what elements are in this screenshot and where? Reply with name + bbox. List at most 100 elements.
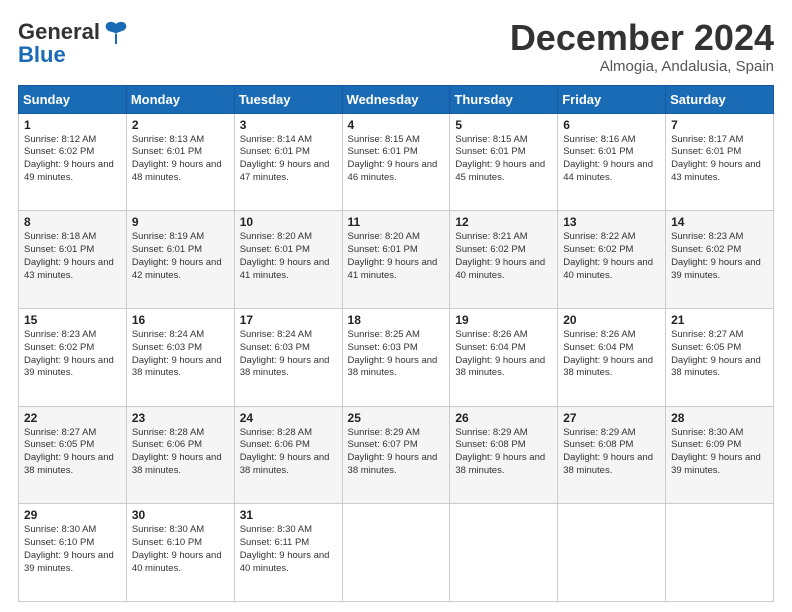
cell-info: Sunrise: 8:21 AMSunset: 6:02 PMDaylight:… bbox=[455, 231, 545, 280]
calendar-cell: 13 Sunrise: 8:22 AMSunset: 6:02 PMDayligh… bbox=[558, 211, 666, 309]
day-number: 10 bbox=[240, 215, 337, 229]
calendar-week-5: 29 Sunrise: 8:30 AMSunset: 6:10 PMDayligh… bbox=[19, 504, 774, 602]
day-number: 27 bbox=[563, 411, 660, 425]
calendar-cell: 20 Sunrise: 8:26 AMSunset: 6:04 PMDayligh… bbox=[558, 308, 666, 406]
day-header-tuesday: Tuesday bbox=[234, 85, 342, 113]
calendar-cell: 21Sunrise: 8:27 AMSunset: 6:05 PMDayligh… bbox=[666, 308, 774, 406]
calendar-cell: 23Sunrise: 8:28 AMSunset: 6:06 PMDayligh… bbox=[126, 406, 234, 504]
day-number: 9 bbox=[132, 215, 229, 229]
calendar-cell: 4 Sunrise: 8:15 AMSunset: 6:01 PMDaylight… bbox=[342, 113, 450, 211]
calendar-cell: 11 Sunrise: 8:20 AMSunset: 6:01 PMDayligh… bbox=[342, 211, 450, 309]
cell-info: Sunrise: 8:20 AMSunset: 6:01 PMDaylight:… bbox=[240, 231, 330, 280]
day-number: 24 bbox=[240, 411, 337, 425]
cell-info: Sunrise: 8:23 AMSunset: 6:02 PMDaylight:… bbox=[671, 231, 761, 280]
calendar-cell: 5Sunrise: 8:15 AMSunset: 6:01 PMDaylight… bbox=[450, 113, 558, 211]
day-number: 18 bbox=[348, 313, 445, 327]
logo-blue-text: Blue bbox=[18, 42, 66, 68]
calendar-week-1: 1 Sunrise: 8:12 AMSunset: 6:02 PMDaylight… bbox=[19, 113, 774, 211]
cell-info: Sunrise: 8:24 AMSunset: 6:03 PMDaylight:… bbox=[132, 329, 222, 378]
day-number: 7 bbox=[671, 118, 768, 132]
day-number: 17 bbox=[240, 313, 337, 327]
calendar-week-4: 22 Sunrise: 8:27 AMSunset: 6:05 PMDayligh… bbox=[19, 406, 774, 504]
cell-info: Sunrise: 8:30 AMSunset: 6:09 PMDaylight:… bbox=[671, 427, 761, 476]
calendar-cell: 29 Sunrise: 8:30 AMSunset: 6:10 PMDayligh… bbox=[19, 504, 127, 602]
day-header-sunday: Sunday bbox=[19, 85, 127, 113]
day-header-monday: Monday bbox=[126, 85, 234, 113]
calendar-week-3: 15Sunrise: 8:23 AMSunset: 6:02 PMDayligh… bbox=[19, 308, 774, 406]
cell-info: Sunrise: 8:25 AMSunset: 6:03 PMDaylight:… bbox=[348, 329, 438, 378]
day-number: 3 bbox=[240, 118, 337, 132]
title-block: December 2024 Almogia, Andalusia, Spain bbox=[510, 18, 774, 75]
cell-info: Sunrise: 8:27 AMSunset: 6:05 PMDaylight:… bbox=[24, 427, 114, 476]
calendar-cell: 2 Sunrise: 8:13 AMSunset: 6:01 PMDaylight… bbox=[126, 113, 234, 211]
calendar-cell: 12 Sunrise: 8:21 AMSunset: 6:02 PMDayligh… bbox=[450, 211, 558, 309]
cell-info: Sunrise: 8:28 AMSunset: 6:06 PMDaylight:… bbox=[240, 427, 330, 476]
calendar-cell: 19 Sunrise: 8:26 AMSunset: 6:04 PMDayligh… bbox=[450, 308, 558, 406]
calendar-table: SundayMondayTuesdayWednesdayThursdayFrid… bbox=[18, 85, 774, 602]
page: General Blue December 2024 Almogia, Anda… bbox=[0, 0, 792, 612]
day-number: 30 bbox=[132, 508, 229, 522]
location: Almogia, Andalusia, Spain bbox=[510, 58, 774, 75]
day-number: 12 bbox=[455, 215, 552, 229]
calendar-cell: 8Sunrise: 8:18 AMSunset: 6:01 PMDaylight… bbox=[19, 211, 127, 309]
cell-info: Sunrise: 8:18 AMSunset: 6:01 PMDaylight:… bbox=[24, 231, 114, 280]
day-number: 11 bbox=[348, 215, 445, 229]
calendar-cell: 31Sunrise: 8:30 AMSunset: 6:11 PMDayligh… bbox=[234, 504, 342, 602]
day-number: 21 bbox=[671, 313, 768, 327]
cell-info: Sunrise: 8:26 AMSunset: 6:04 PMDaylight:… bbox=[455, 329, 545, 378]
day-number: 26 bbox=[455, 411, 552, 425]
cell-info: Sunrise: 8:29 AMSunset: 6:07 PMDaylight:… bbox=[348, 427, 438, 476]
cell-info: Sunrise: 8:16 AMSunset: 6:01 PMDaylight:… bbox=[563, 134, 653, 183]
day-number: 25 bbox=[348, 411, 445, 425]
calendar-cell: 27 Sunrise: 8:29 AMSunset: 6:08 PMDayligh… bbox=[558, 406, 666, 504]
calendar-cell: 10 Sunrise: 8:20 AMSunset: 6:01 PMDayligh… bbox=[234, 211, 342, 309]
day-number: 28 bbox=[671, 411, 768, 425]
cell-info: Sunrise: 8:29 AMSunset: 6:08 PMDaylight:… bbox=[455, 427, 545, 476]
calendar-cell bbox=[666, 504, 774, 602]
calendar-cell: 3Sunrise: 8:14 AMSunset: 6:01 PMDaylight… bbox=[234, 113, 342, 211]
cell-info: Sunrise: 8:23 AMSunset: 6:02 PMDaylight:… bbox=[24, 329, 114, 378]
day-number: 2 bbox=[132, 118, 229, 132]
cell-info: Sunrise: 8:13 AMSunset: 6:01 PMDaylight:… bbox=[132, 134, 222, 183]
cell-info: Sunrise: 8:26 AMSunset: 6:04 PMDaylight:… bbox=[563, 329, 653, 378]
calendar-cell: 24 Sunrise: 8:28 AMSunset: 6:06 PMDayligh… bbox=[234, 406, 342, 504]
calendar-cell: 15Sunrise: 8:23 AMSunset: 6:02 PMDayligh… bbox=[19, 308, 127, 406]
cell-info: Sunrise: 8:20 AMSunset: 6:01 PMDaylight:… bbox=[348, 231, 438, 280]
day-number: 20 bbox=[563, 313, 660, 327]
logo-bird-icon bbox=[102, 18, 130, 46]
day-number: 1 bbox=[24, 118, 121, 132]
cell-info: Sunrise: 8:17 AMSunset: 6:01 PMDaylight:… bbox=[671, 134, 761, 183]
calendar-cell: 17Sunrise: 8:24 AMSunset: 6:03 PMDayligh… bbox=[234, 308, 342, 406]
calendar-cell bbox=[558, 504, 666, 602]
cell-info: Sunrise: 8:19 AMSunset: 6:01 PMDaylight:… bbox=[132, 231, 222, 280]
day-number: 13 bbox=[563, 215, 660, 229]
day-header-thursday: Thursday bbox=[450, 85, 558, 113]
calendar-cell: 16 Sunrise: 8:24 AMSunset: 6:03 PMDayligh… bbox=[126, 308, 234, 406]
day-number: 14 bbox=[671, 215, 768, 229]
day-number: 19 bbox=[455, 313, 552, 327]
header: General Blue December 2024 Almogia, Anda… bbox=[18, 18, 774, 75]
month-title: December 2024 bbox=[510, 18, 774, 58]
calendar-cell: 22 Sunrise: 8:27 AMSunset: 6:05 PMDayligh… bbox=[19, 406, 127, 504]
day-number: 4 bbox=[348, 118, 445, 132]
cell-info: Sunrise: 8:22 AMSunset: 6:02 PMDaylight:… bbox=[563, 231, 653, 280]
calendar-cell: 18 Sunrise: 8:25 AMSunset: 6:03 PMDayligh… bbox=[342, 308, 450, 406]
calendar-cell: 14 Sunrise: 8:23 AMSunset: 6:02 PMDayligh… bbox=[666, 211, 774, 309]
calendar-cell bbox=[450, 504, 558, 602]
calendar-cell: 7 Sunrise: 8:17 AMSunset: 6:01 PMDaylight… bbox=[666, 113, 774, 211]
calendar-cell: 25 Sunrise: 8:29 AMSunset: 6:07 PMDayligh… bbox=[342, 406, 450, 504]
cell-info: Sunrise: 8:28 AMSunset: 6:06 PMDaylight:… bbox=[132, 427, 222, 476]
day-header-wednesday: Wednesday bbox=[342, 85, 450, 113]
day-number: 31 bbox=[240, 508, 337, 522]
calendar-cell: 9 Sunrise: 8:19 AMSunset: 6:01 PMDaylight… bbox=[126, 211, 234, 309]
day-number: 22 bbox=[24, 411, 121, 425]
cell-info: Sunrise: 8:12 AMSunset: 6:02 PMDaylight:… bbox=[24, 134, 114, 183]
cell-info: Sunrise: 8:29 AMSunset: 6:08 PMDaylight:… bbox=[563, 427, 653, 476]
day-number: 29 bbox=[24, 508, 121, 522]
day-header-saturday: Saturday bbox=[666, 85, 774, 113]
calendar-cell bbox=[342, 504, 450, 602]
calendar-cell: 1 Sunrise: 8:12 AMSunset: 6:02 PMDaylight… bbox=[19, 113, 127, 211]
cell-info: Sunrise: 8:15 AMSunset: 6:01 PMDaylight:… bbox=[348, 134, 438, 183]
day-number: 16 bbox=[132, 313, 229, 327]
cell-info: Sunrise: 8:30 AMSunset: 6:10 PMDaylight:… bbox=[24, 524, 114, 573]
